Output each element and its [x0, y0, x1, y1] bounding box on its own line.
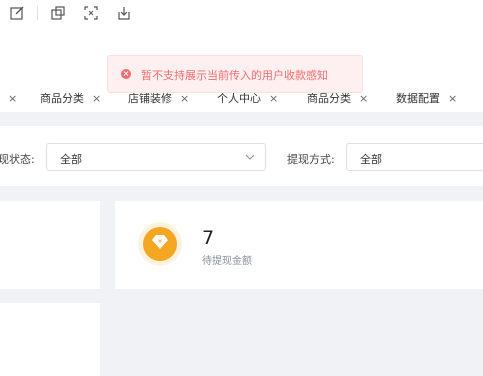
tab-product-category[interactable]: 商品分类 ×: [40, 84, 101, 112]
withdraw-pending-label: 待提现金额: [202, 256, 252, 267]
withdraw-status-label: 现状态:: [0, 153, 35, 166]
error-toast: × 暂不支持展示当前传入的用户收款感知: [107, 55, 363, 93]
tab-label: 数据配置: [396, 92, 440, 105]
fullscreen-icon[interactable]: [83, 5, 99, 21]
tab-close-icon[interactable]: ×: [92, 92, 101, 105]
tab-label: 商品分类: [40, 92, 84, 105]
tab-close-icon[interactable]: ×: [448, 92, 457, 105]
chevron-down-icon: [245, 154, 255, 160]
download-icon[interactable]: [116, 5, 132, 21]
stat-card: [0, 303, 100, 376]
withdraw-status-select[interactable]: 全部: [46, 143, 266, 171]
withdraw-status-value: 全部: [60, 153, 82, 166]
edit-icon[interactable]: [9, 5, 25, 21]
tab-close-icon[interactable]: ×: [359, 92, 368, 105]
tab-data-config[interactable]: 数据配置 ×: [396, 84, 457, 112]
tab-close-icon[interactable]: ×: [0, 84, 17, 112]
toolbar-divider: [37, 6, 38, 20]
copy-window-icon[interactable]: [50, 5, 66, 21]
withdraw-method-select[interactable]: 全部: [346, 143, 483, 171]
tab-close-icon[interactable]: ×: [180, 92, 189, 105]
toast-message: 暂不支持展示当前传入的用户收款感知: [141, 69, 328, 82]
withdraw-pending-value: 7: [202, 227, 215, 249]
svg-text:¥: ¥: [158, 239, 162, 246]
toolbar: [0, 0, 483, 30]
stat-card: [0, 201, 100, 289]
withdraw-method-value: 全部: [360, 153, 382, 166]
tab-close-icon[interactable]: ×: [269, 92, 278, 105]
withdraw-method-label: 提现方式:: [287, 153, 335, 166]
error-circle-icon: ×: [121, 69, 131, 79]
yuan-coin-icon: ¥: [138, 222, 182, 266]
